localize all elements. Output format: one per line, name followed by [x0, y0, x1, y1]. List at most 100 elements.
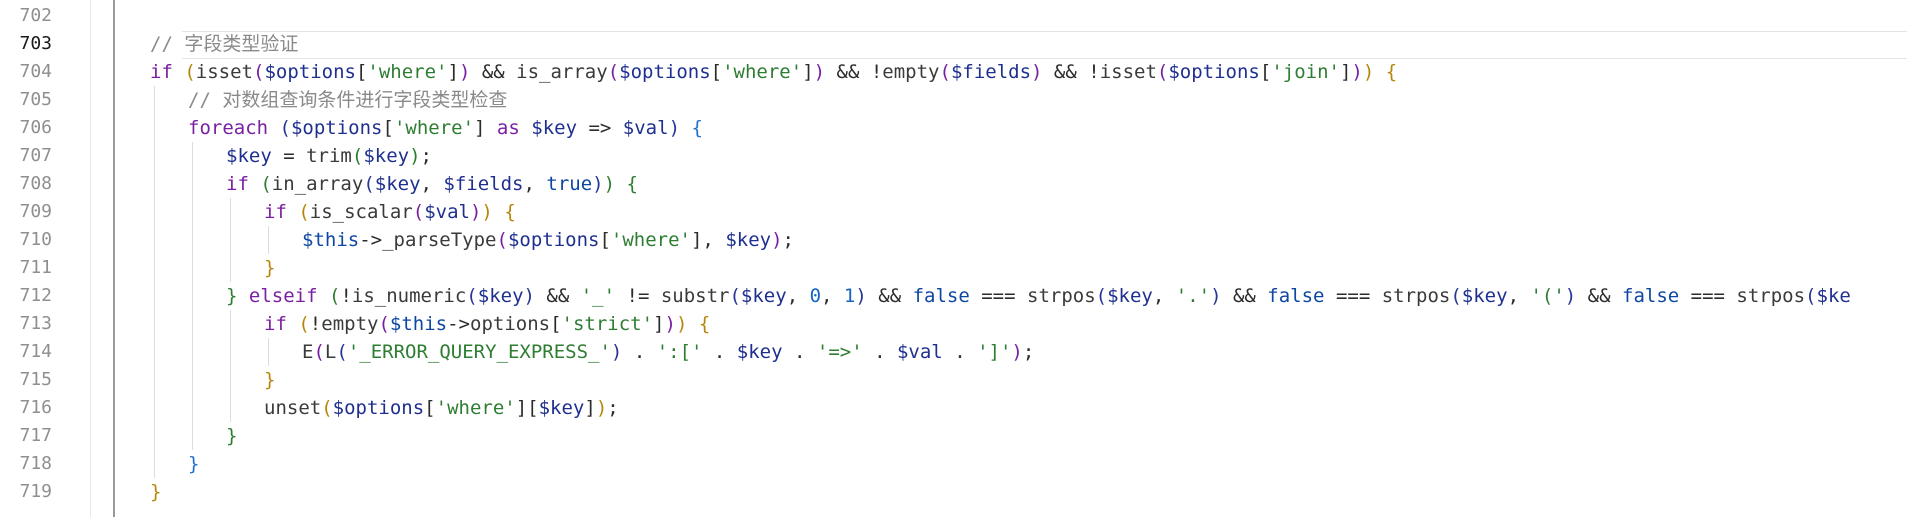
- indent-guide: [230, 310, 231, 338]
- code-line[interactable]: unset($options['where'][$key]);: [264, 394, 619, 422]
- code-token: ): [610, 341, 623, 363]
- indent-guide: [268, 338, 269, 366]
- code-token: (: [412, 201, 425, 223]
- indent-guide: [192, 170, 193, 198]
- code-line[interactable]: if (!empty($this->options['strict'])) {: [264, 310, 710, 338]
- code-line[interactable]: foreach ($options['where'] as $key => $v…: [188, 114, 703, 142]
- line-number-gutter: 702 703 704 705 706 707 708 709 710 711 712 713 714 7…: [0, 0, 91, 517]
- code-token: &&: [1221, 285, 1268, 307]
- code-token: $fields: [443, 173, 524, 195]
- code-token: ->: [447, 313, 470, 335]
- code-token: $options: [290, 117, 383, 139]
- code-line[interactable]: }: [264, 366, 275, 394]
- code-token: {: [698, 313, 711, 335]
- code-token: ): [1031, 61, 1043, 83]
- code-token: {: [691, 117, 703, 139]
- code-token: elseif: [248, 285, 318, 307]
- code-token: ): [1351, 61, 1363, 83]
- indent-guide: [192, 198, 193, 226]
- code-line[interactable]: }: [226, 422, 237, 450]
- code-line[interactable]: }: [150, 478, 161, 506]
- code-token: }: [150, 481, 162, 503]
- indent-guide: [154, 310, 155, 338]
- indent-guide: [192, 142, 193, 170]
- code-token: ===: [1324, 285, 1382, 307]
- line-number: 713: [19, 313, 52, 334]
- code-token: ): [813, 61, 826, 83]
- code-token: ]: [802, 61, 814, 83]
- code-line[interactable]: // 对数组查询条件进行字段类型检查: [188, 86, 507, 114]
- code-area[interactable]: // 字段类型验证 if (isset($options['where']) &&…: [91, 0, 1907, 517]
- code-line[interactable]: }: [264, 254, 275, 282]
- code-token: (: [363, 173, 375, 195]
- code-token: 'strict': [561, 313, 654, 335]
- code-token: _parseType: [382, 229, 497, 251]
- code-token: ':[': [656, 341, 703, 363]
- code-token: (: [184, 61, 196, 83]
- code-token: (: [466, 285, 478, 307]
- code-token: }: [188, 453, 200, 475]
- code-token: }: [264, 369, 276, 391]
- code-token: }: [264, 257, 276, 279]
- indent-guide: [192, 394, 193, 422]
- line-number: 709: [19, 201, 52, 222]
- code-line[interactable]: if (isset($options['where']) && is_array…: [150, 58, 1397, 86]
- code-token: ): [595, 397, 608, 419]
- code-token: $options: [619, 61, 711, 83]
- code-token: ): [603, 173, 616, 195]
- code-editor[interactable]: 702 703 704 705 706 707 708 709 710 711 712 713 714 7…: [0, 0, 1907, 517]
- code-token: $val: [622, 117, 669, 139]
- code-line[interactable]: $this->_parseType($options['where'], $ke…: [302, 226, 794, 254]
- code-line[interactable]: }: [188, 450, 199, 478]
- code-token: 0: [809, 285, 822, 307]
- code-token: is_array: [516, 61, 608, 83]
- code-token: (: [298, 313, 310, 335]
- code-token: ): [469, 201, 482, 223]
- indent-guide: [230, 394, 231, 422]
- code-token: // 对数组查询条件进行字段类型检查: [188, 89, 508, 111]
- code-line[interactable]: $key = trim($key);: [226, 142, 432, 170]
- code-token: strpos: [1736, 285, 1806, 307]
- code-token: (: [496, 229, 508, 251]
- code-token: true: [546, 173, 593, 195]
- code-token: ]: [1339, 61, 1352, 83]
- code-token: (: [939, 61, 951, 83]
- code-token: $options: [332, 397, 425, 419]
- code-token: ): [675, 313, 688, 335]
- code-token: ===: [969, 285, 1027, 307]
- code-token: && !: [1042, 61, 1100, 83]
- code-token: ;: [782, 229, 794, 251]
- code-token: (: [378, 313, 390, 335]
- code-token: unset: [264, 397, 322, 419]
- code-token: ===: [1679, 285, 1737, 307]
- code-token: ;: [607, 397, 619, 419]
- code-token: $options: [1168, 61, 1260, 83]
- code-token: false: [1267, 285, 1325, 307]
- code-line[interactable]: // 字段类型验证: [150, 30, 298, 58]
- code-token: ): [664, 313, 676, 335]
- code-line[interactable]: if (in_array($key, $fields, true)) {: [226, 170, 638, 198]
- code-line[interactable]: if (is_scalar($val)) {: [264, 198, 516, 226]
- code-token: ,: [1152, 285, 1176, 307]
- code-token: {: [1385, 61, 1398, 83]
- code-token: .: [622, 341, 657, 363]
- code-token: ): [1362, 61, 1375, 83]
- code-token: $key: [363, 145, 410, 167]
- code-token: (: [729, 285, 741, 307]
- code-line[interactable]: E(L('_ERROR_QUERY_EXPRESS_') . ':[' . $k…: [302, 338, 1034, 366]
- code-token: $key: [725, 229, 772, 251]
- code-token: ,: [821, 285, 844, 307]
- line-number: 719: [19, 481, 52, 502]
- code-token: (: [336, 341, 348, 363]
- code-token: '_ERROR_QUERY_EXPRESS_': [347, 341, 611, 363]
- code-token: empty: [882, 61, 940, 83]
- code-token: false: [912, 285, 970, 307]
- code-token: ,: [523, 173, 547, 195]
- code-line[interactable]: } elseif (!is_numeric($key) && '_' != su…: [226, 282, 1851, 310]
- code-token: (: [1095, 285, 1108, 307]
- indent-guide: [154, 198, 155, 226]
- code-token: (: [321, 397, 333, 419]
